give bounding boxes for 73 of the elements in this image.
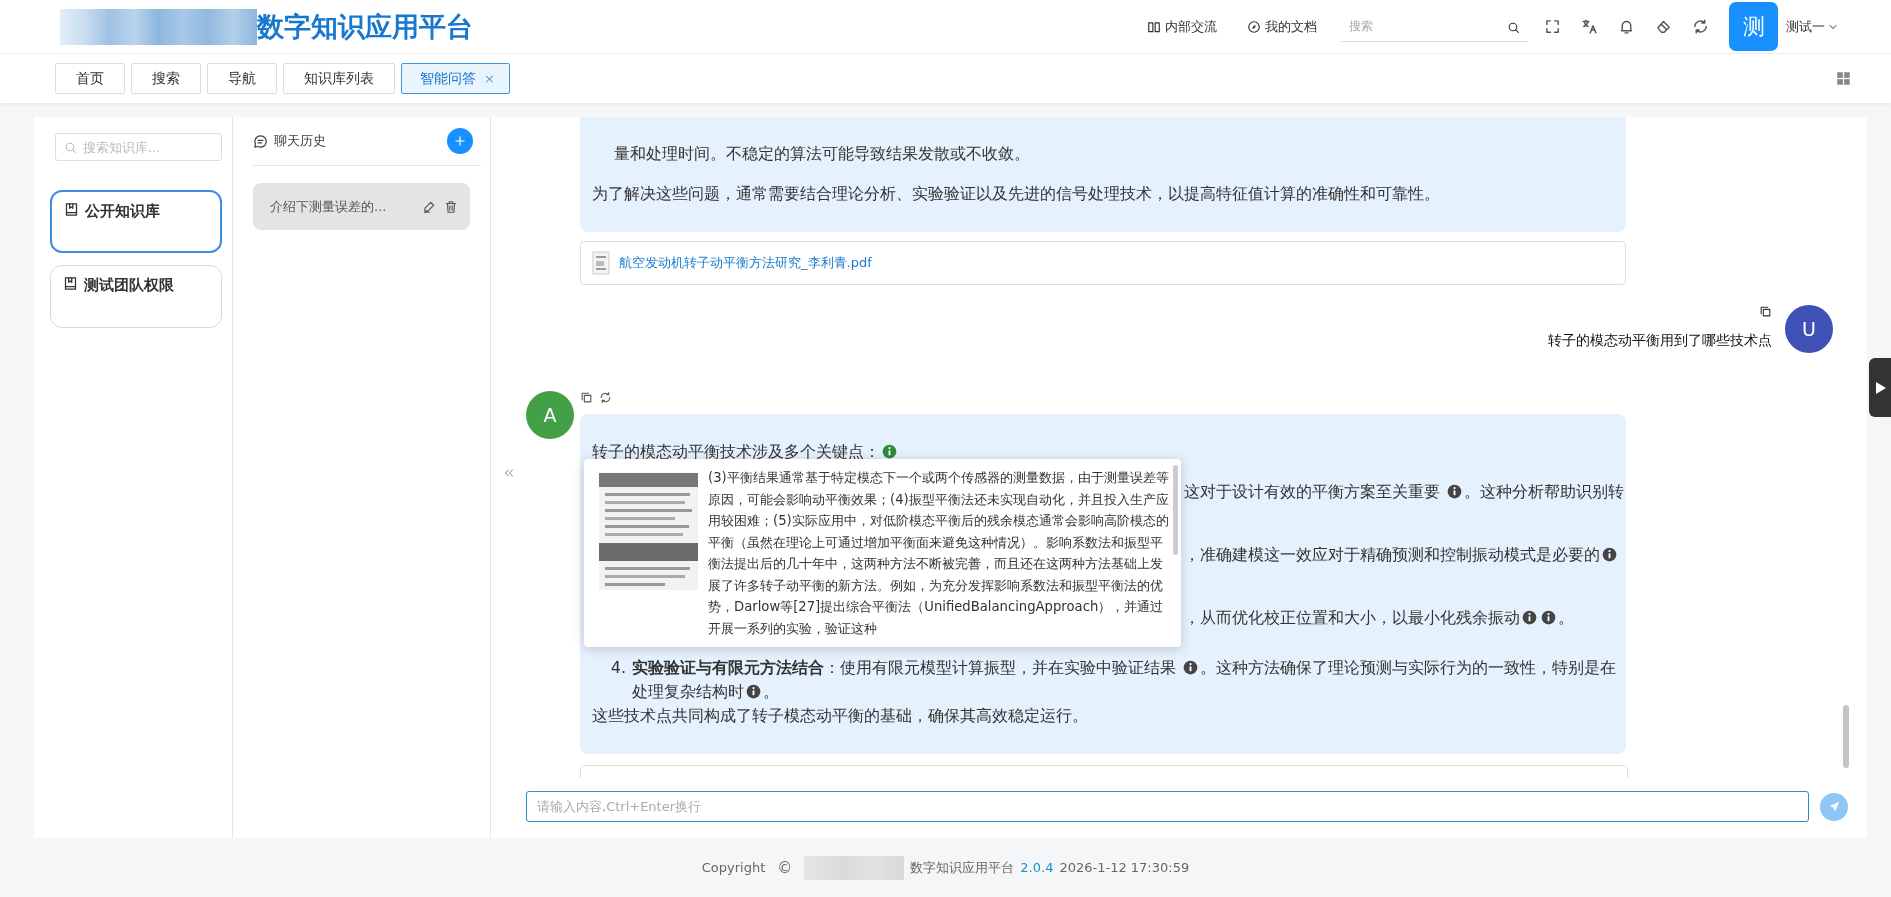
scrollbar-thumb[interactable] xyxy=(1843,705,1849,768)
assistant-avatar: A xyxy=(526,391,574,439)
message-input[interactable]: 请输入内容,Ctrl+Enter换行 xyxy=(526,791,1809,822)
plus-icon xyxy=(453,134,467,148)
knowledge-base-card[interactable]: 测试团队权限 xyxy=(50,265,222,328)
answer-text: 。这种分析帮助识别转 xyxy=(1464,482,1625,501)
answer-text: 这些技术点共同构成了转子模态动平衡的基础，确保其高效稳定运行。 xyxy=(592,706,1088,725)
refresh-icon[interactable] xyxy=(599,391,612,404)
bookmark-book-icon xyxy=(63,276,78,291)
tab[interactable]: 首页 xyxy=(55,63,125,94)
answer-text: 。 xyxy=(1558,608,1574,627)
app-title: 数字知识应用平台 xyxy=(257,9,473,44)
answer-text: ，准确建模这一效应对于精确预测和控制振动模式是必要的 xyxy=(1184,545,1600,564)
info-icon[interactable] xyxy=(746,684,761,699)
document-icon xyxy=(591,250,611,276)
tab[interactable]: 导航 xyxy=(207,63,277,94)
copy-icon[interactable] xyxy=(1759,305,1772,318)
nav-link[interactable]: 我的文档 xyxy=(1247,17,1317,36)
fullscreen-icon[interactable] xyxy=(1544,18,1561,35)
answer-text: 转子的模态动平衡技术涉及多个关键点： xyxy=(592,442,880,461)
info-icon[interactable] xyxy=(1541,610,1556,625)
bookmark-book-icon xyxy=(64,202,79,217)
answer-text: 处理复杂结构时 xyxy=(632,682,744,701)
answer-text: 。 xyxy=(763,682,779,701)
grid-icon[interactable] xyxy=(1836,71,1851,86)
refresh-icon[interactable] xyxy=(1692,18,1709,35)
info-icon[interactable] xyxy=(1183,660,1199,675)
nav-link[interactable]: 内部交流 xyxy=(1147,17,1217,36)
new-chat-button[interactable] xyxy=(447,128,473,154)
product-name: 数字知识应用平台 xyxy=(910,858,1015,877)
file-link[interactable]: 航空发动机转子动平衡方法研究_李利青.pdf xyxy=(619,254,872,272)
answer-text: 量和处理时间。不稳定的算法可能导致结果发散或不收敛。 xyxy=(613,143,1031,165)
edit-icon[interactable] xyxy=(422,199,436,214)
answer-text: 。这种方法确保了理论预测与实际行为的一致性，特别是在 xyxy=(1200,658,1617,677)
search-field[interactable]: 搜索 xyxy=(1341,11,1528,42)
list-number: 4. xyxy=(609,657,626,679)
compass-icon xyxy=(1247,19,1261,34)
user-message: 转子的模态动平衡用到了哪些技术点 xyxy=(1548,332,1772,350)
citation-text: (3)平衡结果通常基于特定模态下一个或两个传感器的测量数据，由于测量误差等原因，可能会影响动平衡效果；(4)振型平衡法还未实现自动化，并且投入生产应用较困难；(5)实际应用中，对低阶模态平衡后的残余模态通常会影响高阶模态的平衡（虽然在理论上可通过增加平衡面来避免这种情况）。影响系数法和振型平衡法提出后的几十年中，这两种方法不断被完善，而且还在这两种方法基础上发展了许多转子动平衡的新方法。例如，为充分发挥影响系数法和振型平衡法的优势，Darlow等[27]提出综合平衡法（UnifiedBalancingApproach），并通过开展一系列的实验，验证这种 xyxy=(708,469,1170,638)
answer-text: ，从而优化校正位置和大小，以最小化残余振动 xyxy=(1184,608,1520,627)
info-icon[interactable] xyxy=(1447,484,1463,499)
history-item[interactable]: 介绍下测量误差的... xyxy=(253,183,470,230)
eraser-icon[interactable] xyxy=(1655,18,1672,35)
copyright-text: Copyright xyxy=(701,860,766,875)
bell-icon[interactable] xyxy=(1618,18,1635,35)
copy-icon[interactable] xyxy=(580,391,593,404)
tab[interactable]: 智能问答 × xyxy=(401,63,510,94)
trash-icon[interactable] xyxy=(444,199,458,214)
answer-text: 这对于设计有效的平衡方案至关重要 xyxy=(1184,482,1441,501)
search-icon xyxy=(1507,20,1520,34)
search-icon xyxy=(64,141,77,154)
answer-text: 实验验证与有限元方法结合：使用有限元模型计算振型，并在实验中验证结果 xyxy=(632,658,1177,677)
chat-icon xyxy=(253,133,268,149)
answer-text: 为了解决这些问题，通常需要结合理论分析、实验验证以及先进的信号处理技术，以提高特征值计算的准确性和可靠性。 xyxy=(592,183,1441,205)
play-icon xyxy=(1874,380,1886,395)
user-menu[interactable]: 测试一 xyxy=(1786,17,1839,36)
knowledge-base-card[interactable]: 公开知识库 xyxy=(50,190,222,253)
file-card[interactable]: 航空发动机转子动平衡方法研究_李利青.pdf xyxy=(580,241,1626,285)
tab[interactable]: 知识库列表 xyxy=(283,63,395,94)
user-avatar: U xyxy=(1785,305,1833,353)
history-title: 聊天历史 xyxy=(274,132,326,150)
info-icon[interactable] xyxy=(1522,610,1537,625)
translate-icon[interactable] xyxy=(1581,18,1598,35)
info-icon[interactable] xyxy=(882,444,897,459)
tab[interactable]: 搜索 xyxy=(131,63,201,94)
info-icon[interactable] xyxy=(1602,547,1617,562)
side-panel-toggle[interactable] xyxy=(1869,358,1891,417)
copyright-icon: © xyxy=(777,858,793,877)
history-item-title: 介绍下测量误差的... xyxy=(270,197,388,216)
scrollbar-thumb[interactable] xyxy=(1173,465,1178,555)
book-icon xyxy=(1147,19,1161,34)
timestamp: 2026-1-12 17:30:59 xyxy=(1059,860,1190,875)
search-field[interactable]: 搜索知识库... xyxy=(55,133,222,161)
